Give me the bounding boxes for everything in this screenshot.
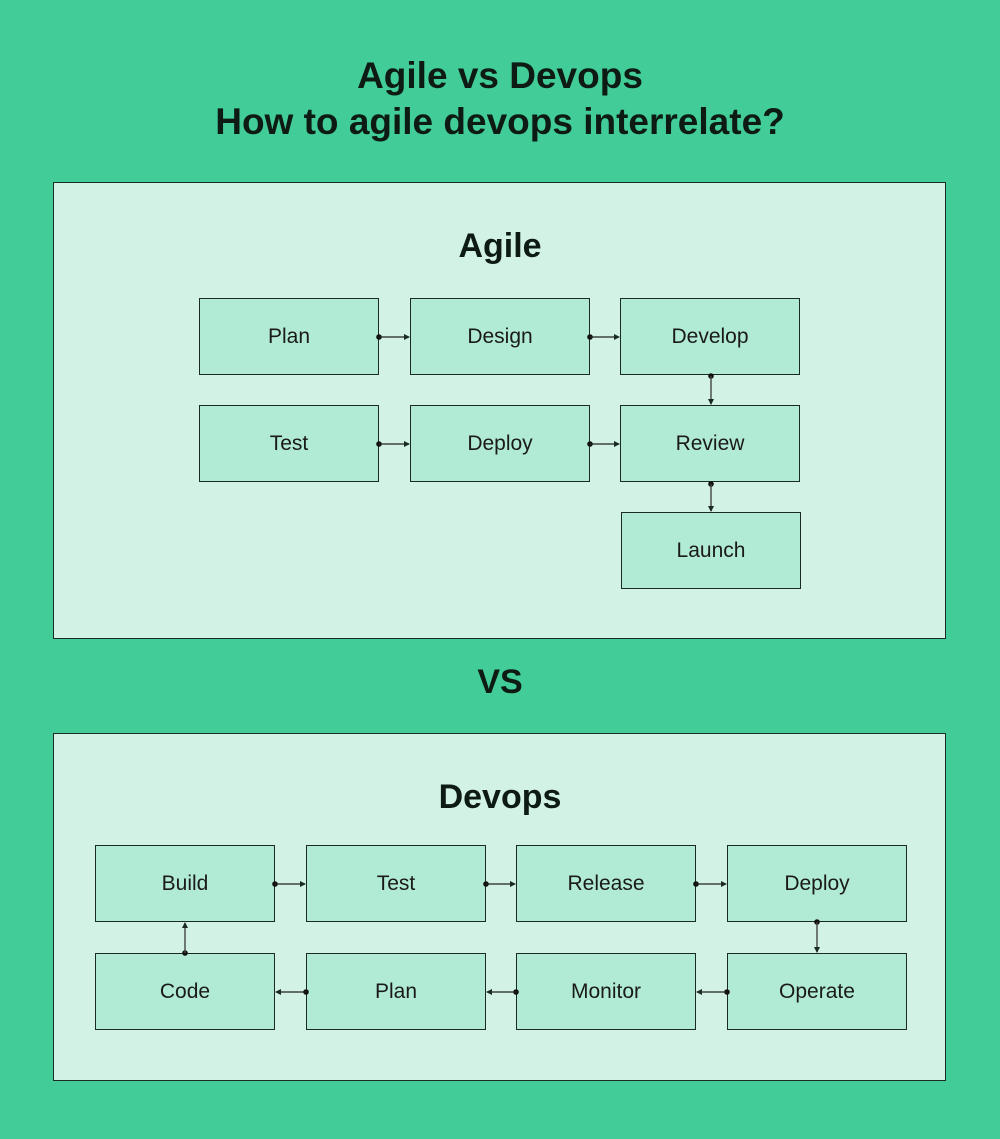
devops-arrow-code-build — [182, 922, 188, 956]
devops-arrow-release-deploy — [693, 881, 727, 887]
agile-arrow-develop-review — [708, 373, 714, 405]
agile-arrow-plan-design — [376, 334, 410, 340]
devops-arrow-operate-monitor — [696, 989, 730, 995]
agile-arrow-test-deploy — [376, 441, 410, 447]
agile-arrow-review-launch — [708, 481, 714, 512]
devops-arrow-build-test — [272, 881, 306, 887]
devops-arrow-test-release — [483, 881, 516, 887]
devops-arrow-monitor-plan — [486, 989, 519, 995]
connector-layer — [182, 334, 820, 995]
agile-arrow-design-develop — [587, 334, 620, 340]
devops-arrow-plan-code — [275, 989, 309, 995]
agile-arrow-deploy-review — [587, 441, 620, 447]
devops-arrow-deploy-operate — [814, 919, 820, 953]
